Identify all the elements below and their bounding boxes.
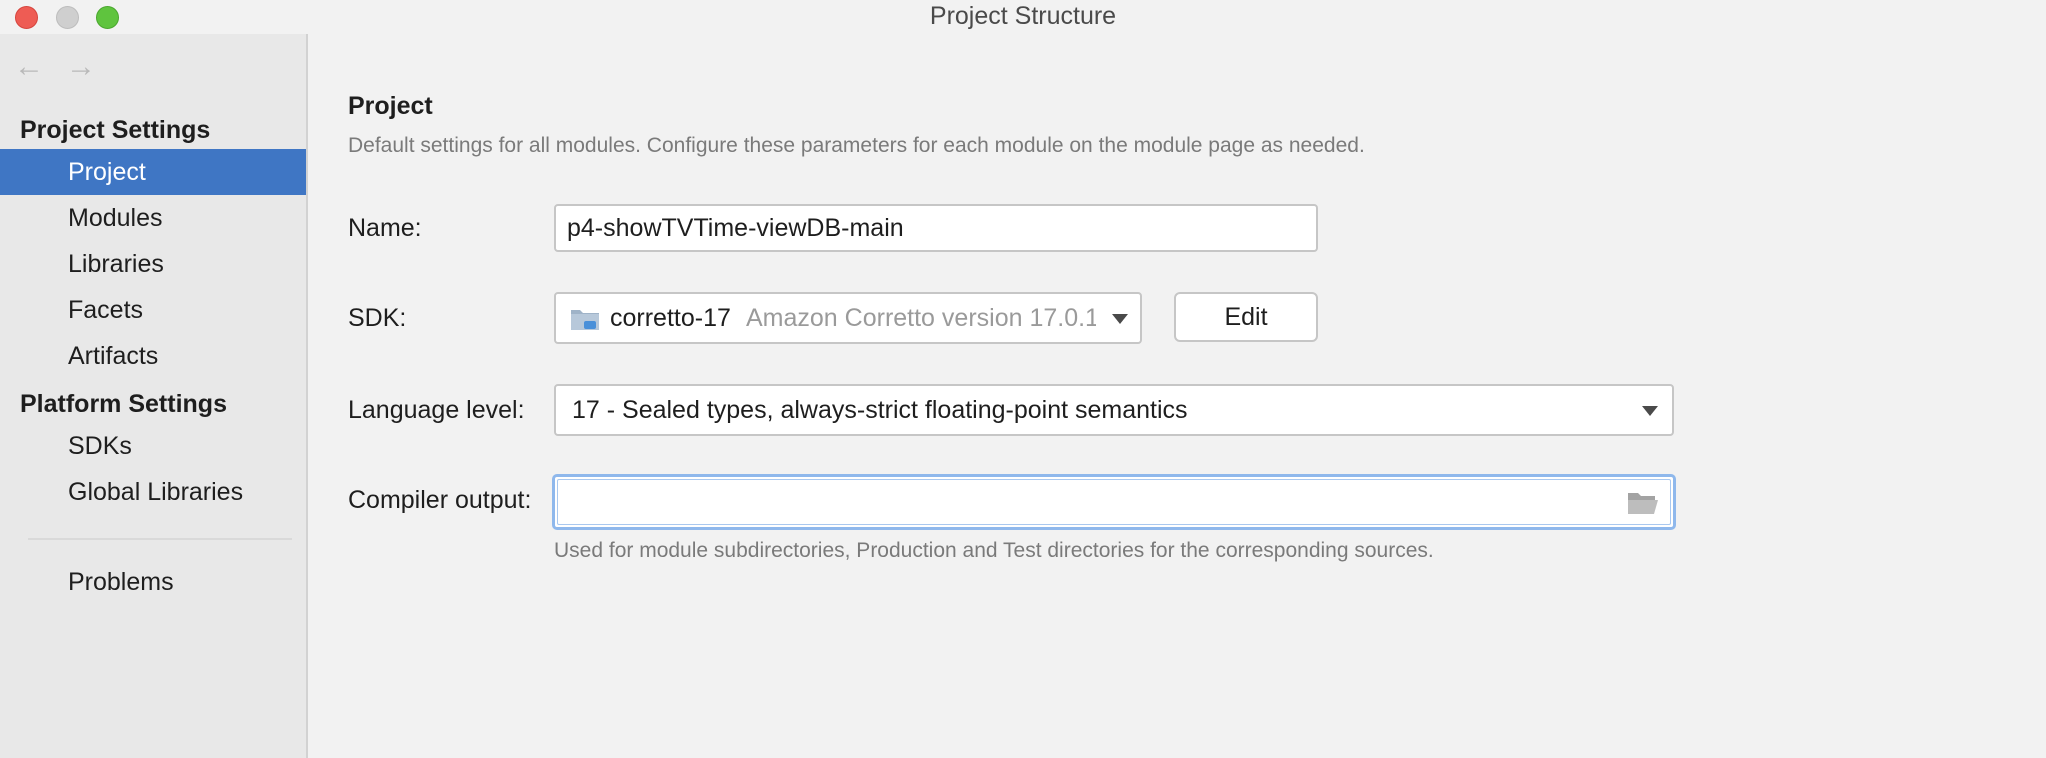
title-bar: Project Structure [0, 0, 2046, 34]
folder-open-icon[interactable] [1627, 491, 1659, 515]
sidebar-item-libraries[interactable]: Libraries [0, 241, 306, 287]
page-description: Default settings for all modules. Config… [348, 134, 1365, 157]
project-settings-header: Project Settings [20, 116, 211, 144]
sdk-label: SDK: [348, 304, 407, 332]
compiler-output-field[interactable] [552, 474, 1676, 530]
name-field[interactable] [556, 206, 1316, 250]
language-level-dropdown[interactable]: 17 - Sealed types, always-strict floatin… [554, 384, 1674, 436]
chevron-down-icon [1112, 314, 1128, 324]
sidebar-item-problems[interactable]: Problems [0, 559, 306, 605]
sidebar-item-global-libraries[interactable]: Global Libraries [0, 469, 306, 515]
language-level-value: 17 - Sealed types, always-strict floatin… [572, 396, 1188, 424]
sdk-version: Amazon Corretto version 17.0.1 [746, 304, 1096, 332]
language-level-label: Language level: [348, 396, 525, 424]
sidebar-item-artifacts[interactable]: Artifacts [0, 333, 306, 379]
sidebar: ← → Project Settings Project Modules Lib… [0, 34, 308, 758]
edit-sdk-button[interactable]: Edit [1174, 292, 1318, 342]
window-title: Project Structure [929, 2, 1117, 30]
name-field-container [554, 204, 1318, 252]
page-title: Project [348, 92, 433, 120]
compiler-output-label: Compiler output: [348, 486, 532, 514]
name-label: Name: [348, 214, 422, 242]
sdk-dropdown[interactable]: corretto-17 Amazon Corretto version 17.0… [554, 292, 1142, 344]
sidebar-item-modules[interactable]: Modules [0, 195, 306, 241]
chevron-down-icon [1642, 406, 1658, 416]
back-arrow-icon[interactable]: ← [14, 50, 44, 84]
platform-settings-header: Platform Settings [20, 390, 227, 418]
sdk-name: corretto-17 [610, 304, 731, 332]
sidebar-item-sdks[interactable]: SDKs [0, 423, 306, 469]
sidebar-item-project[interactable]: Project [0, 149, 306, 195]
forward-arrow-icon[interactable]: → [66, 50, 96, 84]
main-panel: Project Default settings for all modules… [308, 34, 2046, 758]
sidebar-divider [28, 538, 292, 540]
compiler-output-hint: Used for module subdirectories, Producti… [554, 539, 1434, 562]
sdk-folder-icon [571, 310, 599, 330]
sidebar-item-facets[interactable]: Facets [0, 287, 306, 333]
compiler-output-input[interactable] [555, 477, 1615, 527]
